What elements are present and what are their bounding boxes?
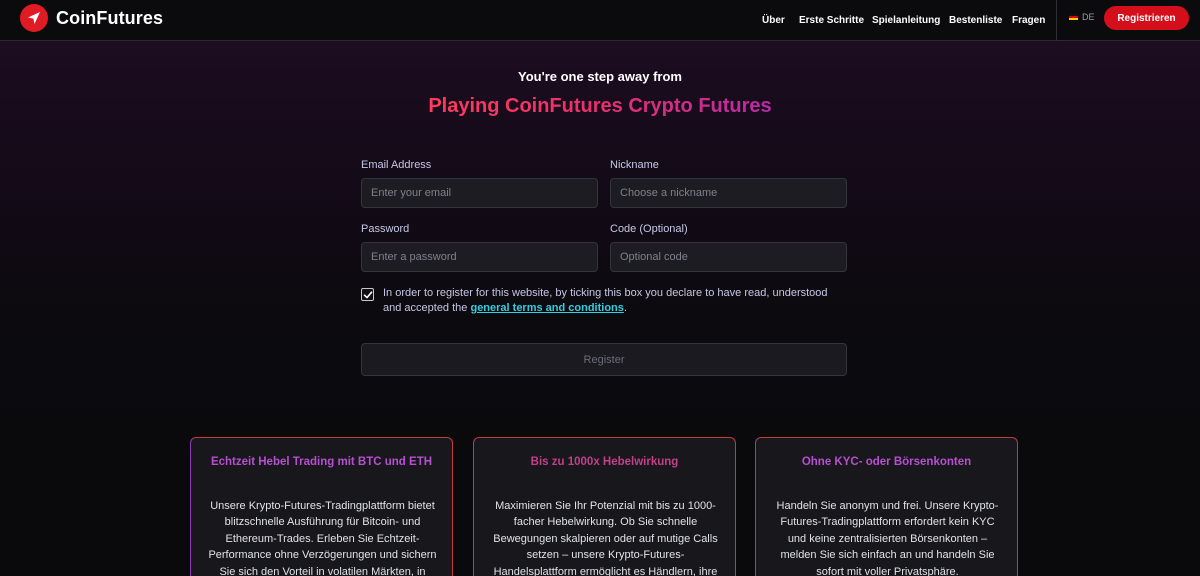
feature-card: Echtzeit Hebel Trading mit BTC und ETH U… bbox=[190, 437, 453, 576]
email-label: Email Address bbox=[361, 159, 432, 171]
nav-item-fragen[interactable]: Fragen bbox=[1012, 15, 1045, 26]
feature-card-text: Handeln Sie anonym und frei. Unsere Kryp… bbox=[776, 500, 999, 576]
terms-text: In order to register for this website, b… bbox=[383, 286, 843, 316]
brand-name: CoinFutures bbox=[56, 7, 164, 28]
hero-subtitle: You're one step away from bbox=[518, 69, 682, 84]
hero-title-text: Playing CoinFutures Crypto Futures bbox=[428, 95, 772, 117]
terms-checkbox[interactable] bbox=[361, 288, 374, 301]
feature-card: Bis zu 1000x Hebelwirkung Maximieren Sie… bbox=[473, 437, 736, 576]
code-input[interactable] bbox=[610, 242, 847, 272]
brand[interactable]: CoinFutures bbox=[20, 4, 163, 32]
nav-item-spielanleitung[interactable]: Spielanleitung bbox=[872, 15, 940, 26]
password-input[interactable] bbox=[361, 242, 598, 272]
top-navbar: CoinFutures Über Erste Schritte Spielanl… bbox=[0, 0, 1200, 41]
terms-link[interactable]: general terms and conditions bbox=[470, 302, 623, 314]
password-label: Password bbox=[361, 223, 410, 235]
language-selector[interactable]: DE bbox=[1069, 12, 1095, 22]
nav-item-bestenliste[interactable]: Bestenliste bbox=[949, 15, 1002, 26]
register-submit-button[interactable]: Register bbox=[361, 343, 847, 376]
feature-card-text: Maximieren Sie Ihr Potenzial mit bis zu … bbox=[493, 500, 718, 576]
german-flag-icon bbox=[1069, 14, 1078, 20]
feature-card-title: Bis zu 1000x Hebelwirkung bbox=[530, 456, 679, 468]
nav-item-uber[interactable]: Über bbox=[762, 15, 785, 26]
feature-card-title: Ohne KYC- oder Börsenkonten bbox=[801, 456, 972, 468]
feature-card-text: Unsere Krypto-Futures-Tradingplattform b… bbox=[208, 500, 437, 576]
nickname-input[interactable] bbox=[610, 178, 847, 208]
nickname-label: Nickname bbox=[610, 159, 659, 171]
feature-card-title: Echtzeit Hebel Trading mit BTC und ETH bbox=[210, 456, 433, 468]
code-label: Code (Optional) bbox=[610, 223, 688, 235]
nav-divider bbox=[1056, 0, 1057, 41]
coinfutures-logo-icon bbox=[20, 4, 48, 32]
terms-end: . bbox=[623, 302, 627, 314]
language-code: DE bbox=[1082, 12, 1095, 22]
checkmark-icon bbox=[363, 290, 372, 298]
header-register-button[interactable]: Registrieren bbox=[1104, 6, 1189, 30]
nav-item-erste-schritte[interactable]: Erste Schritte bbox=[799, 15, 864, 26]
hero-title: Playing CoinFutures Crypto Futures bbox=[0, 95, 1200, 118]
email-input[interactable] bbox=[361, 178, 598, 208]
feature-card: Ohne KYC- oder Börsenkonten Handeln Sie … bbox=[755, 437, 1018, 576]
